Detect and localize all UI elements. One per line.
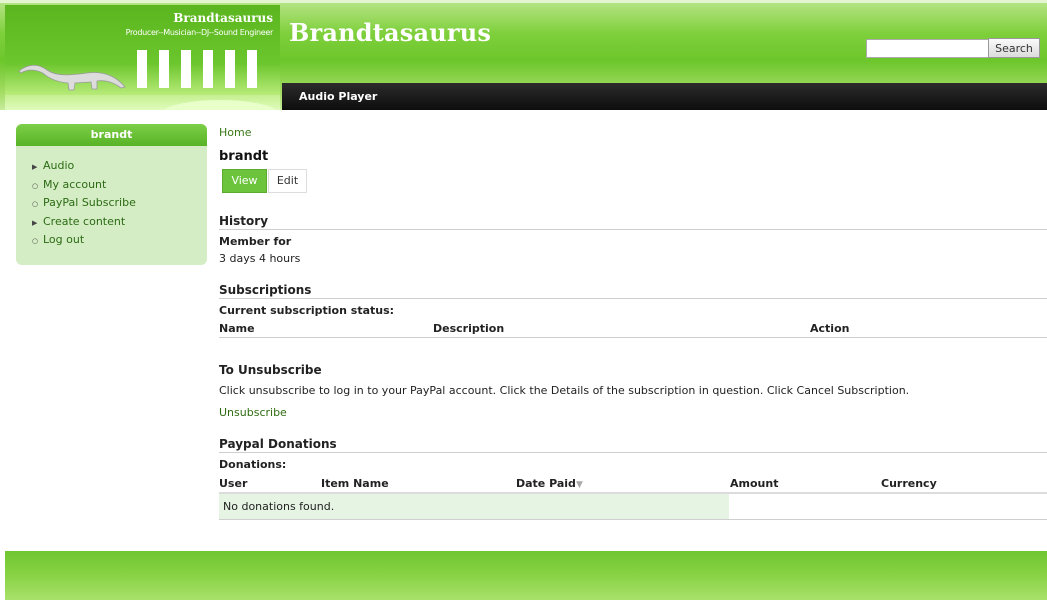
logo-tagline: Producer--Musician--DJ--Sound Engineer — [125, 28, 274, 37]
circle-bullet-icon: ○ — [32, 181, 39, 190]
donations-empty-row: No donations found. — [219, 494, 729, 519]
dinosaur-icon — [18, 64, 126, 91]
circle-bullet-icon: ○ — [32, 200, 39, 209]
donations-heading: Paypal Donations — [219, 437, 1047, 453]
col-amount[interactable]: Amount — [730, 477, 778, 490]
site-footer — [5, 551, 1047, 600]
search-input[interactable] — [866, 39, 989, 58]
sidebar-item-log-out[interactable]: ○ Log out — [32, 231, 207, 250]
donations-label: Donations: — [219, 458, 287, 471]
sidebar-title: brandt — [16, 124, 207, 146]
unsubscribe-link[interactable]: Unsubscribe — [219, 406, 287, 419]
subscriptions-heading: Subscriptions — [219, 283, 1047, 299]
site-header: Brandtasaurus Producer--Musician--DJ--So… — [0, 0, 1047, 110]
tab-view[interactable]: View — [222, 169, 267, 193]
triangle-right-icon: ▶ — [32, 218, 38, 227]
unsubscribe-heading: To Unsubscribe — [219, 363, 322, 377]
member-for-value: 3 days 4 hours — [219, 252, 301, 265]
history-heading: History — [219, 214, 1047, 230]
primary-nav: Audio Player — [282, 83, 1047, 110]
sidebar-item-label: PayPal Subscribe — [43, 196, 136, 210]
sidebar-item-label: Audio — [43, 159, 75, 172]
search-button[interactable]: Search — [988, 38, 1040, 58]
page-title: brandt — [219, 149, 269, 164]
sidebar-item-label: Log out — [43, 233, 85, 247]
sidebar-item-create-content[interactable]: ▶ Create content — [32, 213, 207, 232]
sidebar-item-audio[interactable]: ▶ Audio — [32, 157, 207, 176]
col-description: Description — [433, 322, 505, 335]
col-user[interactable]: User — [219, 477, 247, 490]
sidebar-item-label: My account — [43, 177, 107, 191]
sidebar-item-paypal-subscribe[interactable]: ○ PayPal Subscribe — [32, 194, 207, 213]
sidebar-user-menu: brandt ▶ Audio ○ My account ○ PayPal Subscr… — [16, 124, 207, 265]
unsubscribe-instructions: Click unsubscribe to log in to your PayP… — [219, 384, 910, 397]
col-currency[interactable]: Currency — [881, 477, 937, 490]
sidebar-item-my-account[interactable]: ○ My account — [32, 176, 207, 195]
triangle-right-icon: ▶ — [32, 163, 38, 171]
logo-stripes — [127, 50, 277, 88]
col-name: Name — [219, 322, 255, 335]
header-top-line — [0, 0, 1047, 3]
tab-edit[interactable]: Edit — [268, 169, 307, 193]
site-logo[interactable]: Brandtasaurus Producer--Musician--DJ--So… — [5, 5, 280, 110]
donations-table-rule — [219, 519, 1047, 520]
nav-audio-player[interactable]: Audio Player — [299, 90, 377, 103]
sidebar-item-label: Create content — [43, 214, 126, 228]
circle-bullet-icon: ○ — [32, 237, 39, 246]
sidebar-menu: ▶ Audio ○ My account ○ PayPal Subscribe ▶ Cr… — [16, 146, 207, 250]
logo-title: Brandtasaurus — [173, 11, 273, 25]
col-action: Action — [810, 322, 850, 335]
col-date-paid-label: Date Paid — [516, 477, 576, 490]
member-for-label: Member for — [219, 235, 292, 248]
breadcrumb-home[interactable]: Home — [219, 126, 251, 139]
sort-descending-icon: ▼ — [575, 480, 583, 490]
col-date-paid[interactable]: Date Paid▼ — [516, 477, 583, 490]
site-name[interactable]: Brandtasaurus — [289, 18, 491, 47]
subscriptions-table-rule — [219, 337, 1047, 338]
subscription-status-label: Current subscription status: — [219, 304, 395, 317]
col-item-name[interactable]: Item Name — [321, 477, 389, 490]
